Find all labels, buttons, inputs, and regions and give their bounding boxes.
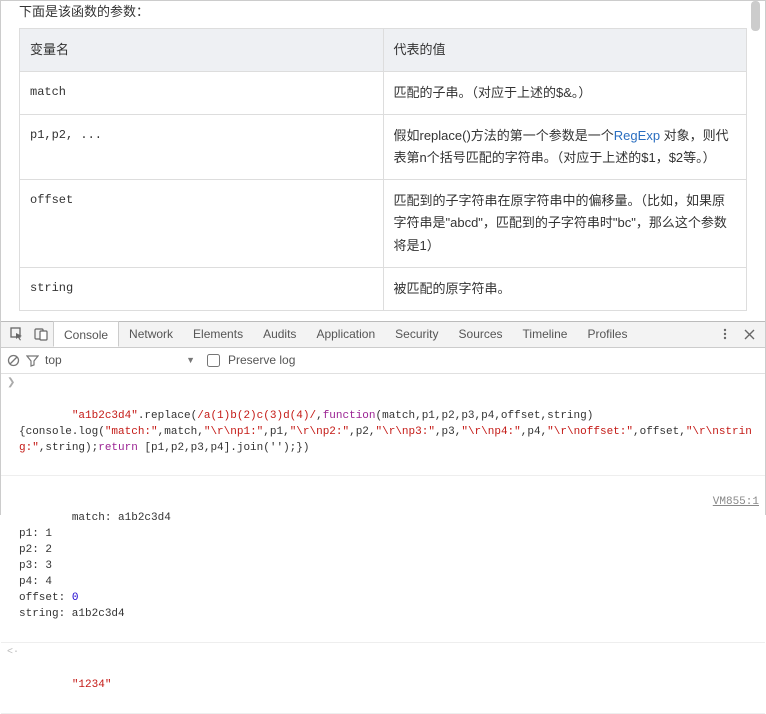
desc-text: 被匹配的原字符串。 — [394, 281, 511, 296]
parameters-table: 变量名 代表的值 match 匹配的子串。（对应于上述的$&。） p1,p2, ..… — [19, 28, 747, 311]
documentation-pane: 下面是该函数的参数： 变量名 代表的值 match 匹配的子串。（对应于上述的$&… — [1, 1, 765, 321]
doc-intro-text: 下面是该函数的参数： — [19, 1, 747, 28]
devtools-tabbar: ConsoleNetworkElementsAuditsApplicationS… — [1, 322, 765, 348]
devtools-tab-audits[interactable]: Audits — [253, 321, 306, 347]
log-line: offset: — [19, 592, 72, 604]
table-row: p1,p2, ...假如replace()方法的第一个参数是一个RegExp 对… — [20, 115, 747, 180]
code-fragment: (match,p1,p2,p3,p4,offset,string) — [376, 410, 594, 422]
console-toolbar: top ▼ Preserve log — [1, 348, 765, 374]
code-fragment: , — [316, 410, 323, 422]
table-row: string 被匹配的原字符串。 — [20, 267, 747, 310]
code-keyword: return — [98, 442, 138, 454]
desc-text: 假如replace()方法的第一个参数是一个 — [394, 128, 614, 143]
log-number: 0 — [72, 592, 79, 604]
desc-text: 匹配的子串。（对应于上述的$&。） — [394, 85, 592, 100]
devtools-tab-network[interactable]: Network — [119, 321, 183, 347]
code-string: "\r\np2:" — [290, 426, 349, 438]
param-desc-cell: 匹配的子串。（对应于上述的$&。） — [383, 72, 747, 115]
device-toggle-icon[interactable] — [33, 326, 49, 342]
devtools-panel: ConsoleNetworkElementsAuditsApplicationS… — [1, 321, 765, 714]
devtools-tab-timeline[interactable]: Timeline — [513, 321, 578, 347]
console-result-entry: <· "1234" — [1, 643, 765, 714]
devtools-tab-sources[interactable]: Sources — [449, 321, 513, 347]
preserve-log-label: Preserve log — [228, 353, 295, 367]
regexp-link[interactable]: RegExp — [614, 128, 660, 143]
desc-text: 匹配到的子字符串在原字符串中的偏移量。（比如，如果原字符串是"abcd"，匹配到… — [394, 193, 727, 252]
param-desc-cell: 假如replace()方法的第一个参数是一个RegExp 对象，则代表第n个括号… — [383, 115, 747, 180]
devtools-tab-application[interactable]: Application — [306, 321, 385, 347]
inspect-element-icon[interactable] — [9, 326, 25, 342]
log-line: string: a1b2c3d4 — [19, 608, 125, 620]
code-fragment: ,p1, — [263, 426, 289, 438]
col-header-variable: 变量名 — [20, 29, 384, 72]
code-fragment: ,string); — [39, 442, 98, 454]
code-regex: /a(1)b(2)c(3)d(4)/ — [197, 410, 316, 422]
devtools-tab-console[interactable]: Console — [53, 321, 119, 347]
log-line: p1: 1 — [19, 528, 52, 540]
input-caret-icon: ❯ — [7, 377, 15, 392]
devtools-tab-security[interactable]: Security — [385, 321, 448, 347]
code-keyword: function — [323, 410, 376, 422]
param-name-cell: p1,p2, ... — [20, 115, 384, 180]
code-fragment: ,p4, — [521, 426, 547, 438]
code-fragment: .replace( — [138, 410, 197, 422]
code-fragment: ,p2, — [349, 426, 375, 438]
code-fragment: [p1,p2,p3,p4].join('');}) — [138, 442, 310, 454]
log-line: p2: 2 — [19, 544, 52, 556]
console-output: ❯ "a1b2c3d4".replace(/a(1)b(2)c(3)d(4)/,… — [1, 374, 765, 714]
code-string: "\r\noffset:" — [547, 426, 633, 438]
code-string: "\r\np1:" — [204, 426, 263, 438]
console-log-entry: VM855:1 match: a1b2c3d4 p1: 1 p2: 2 p3: 3 p4… — [1, 476, 765, 642]
devtools-close-icon[interactable] — [741, 326, 757, 342]
param-name-cell: string — [20, 267, 384, 310]
chevron-down-icon: ▼ — [186, 355, 195, 365]
code-string: "a1b2c3d4" — [72, 410, 138, 422]
log-line: match: a1b2c3d4 — [72, 512, 171, 524]
param-name-cell: match — [20, 72, 384, 115]
console-input-entry: ❯ "a1b2c3d4".replace(/a(1)b(2)c(3)d(4)/,… — [1, 374, 765, 477]
doc-scrollbar-thumb[interactable] — [751, 1, 760, 31]
code-fragment: ,p3, — [435, 426, 461, 438]
context-selector-label: top — [45, 353, 62, 367]
output-caret-icon: <· — [7, 646, 19, 661]
result-value: "1234" — [72, 679, 112, 691]
context-selector[interactable]: top ▼ — [45, 353, 195, 367]
filter-icon[interactable] — [26, 354, 39, 367]
code-fragment: ,offset, — [633, 426, 686, 438]
clear-console-icon[interactable] — [7, 354, 20, 367]
code-fragment: {console.log( — [19, 426, 105, 438]
log-line: p4: 4 — [19, 576, 52, 588]
devtools-tab-profiles[interactable]: Profiles — [577, 321, 637, 347]
table-row: match 匹配的子串。（对应于上述的$&。） — [20, 72, 747, 115]
preserve-log-checkbox[interactable] — [207, 354, 220, 367]
code-fragment: ,match, — [158, 426, 204, 438]
code-string: "\r\np4:" — [461, 426, 520, 438]
param-desc-cell: 被匹配的原字符串。 — [383, 267, 747, 310]
col-header-value: 代表的值 — [383, 29, 747, 72]
devtools-tab-elements[interactable]: Elements — [183, 321, 253, 347]
code-string: "\r\np3:" — [376, 426, 435, 438]
table-row: offset匹配到的子字符串在原字符串中的偏移量。（比如，如果原字符串是"abc… — [20, 180, 747, 267]
code-string: "match:" — [105, 426, 158, 438]
devtools-menu-icon[interactable] — [717, 326, 733, 342]
param-desc-cell: 匹配到的子字符串在原字符串中的偏移量。（比如，如果原字符串是"abcd"，匹配到… — [383, 180, 747, 267]
log-line: p3: 3 — [19, 560, 52, 572]
source-link[interactable]: VM855:1 — [713, 495, 759, 511]
param-name-cell: offset — [20, 180, 384, 267]
